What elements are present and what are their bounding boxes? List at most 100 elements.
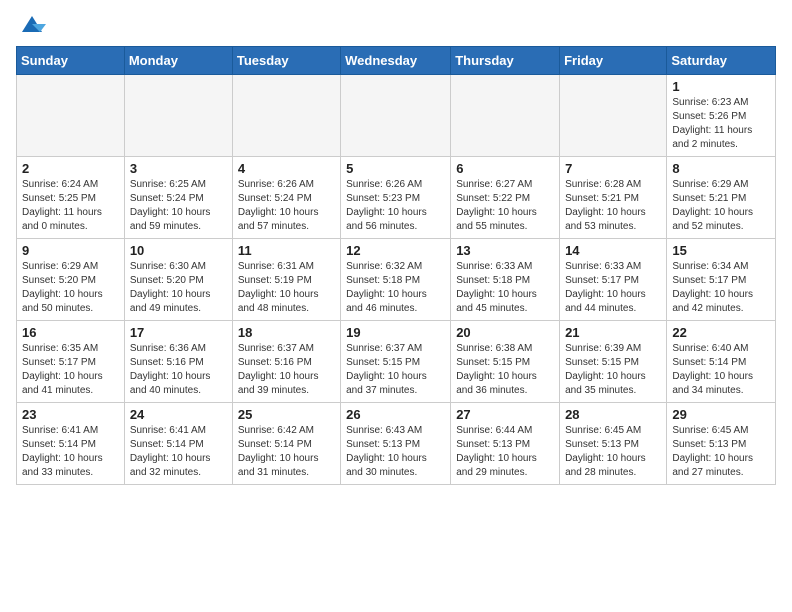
weekday-header-tuesday: Tuesday [232, 47, 340, 75]
day-number: 14 [565, 243, 661, 258]
day-info: Sunrise: 6:36 AMSunset: 5:16 PMDaylight:… [130, 342, 227, 398]
day-info: Sunrise: 6:37 AMSunset: 5:15 PMDaylight:… [346, 342, 445, 398]
calendar-cell: 23 Sunrise: 6:41 AMSunset: 5:14 PMDayligh… [17, 403, 125, 485]
calendar-cell: 5 Sunrise: 6:26 AMSunset: 5:23 PMDaylight… [341, 157, 451, 239]
calendar-cell: 17 Sunrise: 6:36 AMSunset: 5:16 PMDayligh… [124, 321, 232, 403]
day-info: Sunrise: 6:30 AMSunset: 5:20 PMDaylight:… [130, 260, 227, 316]
day-info: Sunrise: 6:34 AMSunset: 5:17 PMDaylight:… [672, 260, 770, 316]
weekday-header-friday: Friday [560, 47, 667, 75]
day-info: Sunrise: 6:44 AMSunset: 5:13 PMDaylight:… [456, 424, 554, 480]
day-number: 17 [130, 325, 227, 340]
day-number: 23 [22, 407, 119, 422]
day-number: 16 [22, 325, 119, 340]
calendar-cell: 2 Sunrise: 6:24 AMSunset: 5:25 PMDaylight… [17, 157, 125, 239]
day-number: 26 [346, 407, 445, 422]
calendar-cell: 16 Sunrise: 6:35 AMSunset: 5:17 PMDayligh… [17, 321, 125, 403]
calendar-cell: 27 Sunrise: 6:44 AMSunset: 5:13 PMDayligh… [451, 403, 560, 485]
calendar-cell: 24 Sunrise: 6:41 AMSunset: 5:14 PMDayligh… [124, 403, 232, 485]
calendar-cell: 11 Sunrise: 6:31 AMSunset: 5:19 PMDayligh… [232, 239, 340, 321]
calendar-cell [560, 75, 667, 157]
day-number: 27 [456, 407, 554, 422]
weekday-header-thursday: Thursday [451, 47, 560, 75]
day-number: 22 [672, 325, 770, 340]
weekday-header-wednesday: Wednesday [341, 47, 451, 75]
day-number: 7 [565, 161, 661, 176]
day-info: Sunrise: 6:45 AMSunset: 5:13 PMDaylight:… [565, 424, 661, 480]
day-number: 21 [565, 325, 661, 340]
day-number: 20 [456, 325, 554, 340]
day-info: Sunrise: 6:42 AMSunset: 5:14 PMDaylight:… [238, 424, 335, 480]
calendar-cell: 10 Sunrise: 6:30 AMSunset: 5:20 PMDayligh… [124, 239, 232, 321]
day-info: Sunrise: 6:41 AMSunset: 5:14 PMDaylight:… [22, 424, 119, 480]
calendar-cell [341, 75, 451, 157]
day-number: 25 [238, 407, 335, 422]
weekday-header-sunday: Sunday [17, 47, 125, 75]
calendar-row-4: 16 Sunrise: 6:35 AMSunset: 5:17 PMDayligh… [17, 321, 776, 403]
calendar-cell: 29 Sunrise: 6:45 AMSunset: 5:13 PMDayligh… [667, 403, 776, 485]
day-number: 15 [672, 243, 770, 258]
calendar-cell: 4 Sunrise: 6:26 AMSunset: 5:24 PMDaylight… [232, 157, 340, 239]
day-number: 28 [565, 407, 661, 422]
calendar-cell: 12Sunrise: 6:32 AMSunset: 5:18 PMDayligh… [341, 239, 451, 321]
calendar-cell: 28 Sunrise: 6:45 AMSunset: 5:13 PMDayligh… [560, 403, 667, 485]
day-info: Sunrise: 6:43 AMSunset: 5:13 PMDaylight:… [346, 424, 445, 480]
day-info: Sunrise: 6:27 AMSunset: 5:22 PMDaylight:… [456, 178, 554, 234]
day-info: Sunrise: 6:41 AMSunset: 5:14 PMDaylight:… [130, 424, 227, 480]
calendar-cell: 19 Sunrise: 6:37 AMSunset: 5:15 PMDayligh… [341, 321, 451, 403]
calendar-table: SundayMondayTuesdayWednesdayThursdayFrid… [16, 46, 776, 485]
page-header [16, 16, 776, 36]
day-info: Sunrise: 6:39 AMSunset: 5:15 PMDaylight:… [565, 342, 661, 398]
calendar-cell: 13 Sunrise: 6:33 AMSunset: 5:18 PMDayligh… [451, 239, 560, 321]
calendar-row-2: 2 Sunrise: 6:24 AMSunset: 5:25 PMDaylight… [17, 157, 776, 239]
calendar-cell [17, 75, 125, 157]
day-number: 4 [238, 161, 335, 176]
weekday-header-row: SundayMondayTuesdayWednesdayThursdayFrid… [17, 47, 776, 75]
calendar-cell: 8 Sunrise: 6:29 AMSunset: 5:21 PMDaylight… [667, 157, 776, 239]
day-number: 10 [130, 243, 227, 258]
day-info: Sunrise: 6:38 AMSunset: 5:15 PMDaylight:… [456, 342, 554, 398]
weekday-header-saturday: Saturday [667, 47, 776, 75]
calendar-cell: 7 Sunrise: 6:28 AMSunset: 5:21 PMDaylight… [560, 157, 667, 239]
day-number: 3 [130, 161, 227, 176]
day-info: Sunrise: 6:31 AMSunset: 5:19 PMDaylight:… [238, 260, 335, 316]
calendar-cell: 18 Sunrise: 6:37 AMSunset: 5:16 PMDayligh… [232, 321, 340, 403]
day-info: Sunrise: 6:25 AMSunset: 5:24 PMDaylight:… [130, 178, 227, 234]
day-number: 6 [456, 161, 554, 176]
day-info: Sunrise: 6:26 AMSunset: 5:24 PMDaylight:… [238, 178, 335, 234]
day-info: Sunrise: 6:37 AMSunset: 5:16 PMDaylight:… [238, 342, 335, 398]
day-info: Sunrise: 6:45 AMSunset: 5:13 PMDaylight:… [672, 424, 770, 480]
calendar-cell: 1Sunrise: 6:23 AMSunset: 5:26 PMDaylight… [667, 75, 776, 157]
day-number: 9 [22, 243, 119, 258]
day-info: Sunrise: 6:24 AMSunset: 5:25 PMDaylight:… [22, 178, 119, 234]
day-number: 5 [346, 161, 445, 176]
day-info: Sunrise: 6:35 AMSunset: 5:17 PMDaylight:… [22, 342, 119, 398]
calendar-row-3: 9 Sunrise: 6:29 AMSunset: 5:20 PMDaylight… [17, 239, 776, 321]
day-info: Sunrise: 6:32 AMSunset: 5:18 PMDaylight:… [346, 260, 445, 316]
calendar-cell: 26 Sunrise: 6:43 AMSunset: 5:13 PMDayligh… [341, 403, 451, 485]
calendar-cell: 6 Sunrise: 6:27 AMSunset: 5:22 PMDaylight… [451, 157, 560, 239]
logo [16, 16, 46, 36]
day-number: 2 [22, 161, 119, 176]
weekday-header-monday: Monday [124, 47, 232, 75]
day-info: Sunrise: 6:33 AMSunset: 5:18 PMDaylight:… [456, 260, 554, 316]
day-number: 13 [456, 243, 554, 258]
calendar-cell [451, 75, 560, 157]
day-number: 8 [672, 161, 770, 176]
day-info: Sunrise: 6:29 AMSunset: 5:21 PMDaylight:… [672, 178, 770, 234]
day-number: 18 [238, 325, 335, 340]
calendar-cell: 14 Sunrise: 6:33 AMSunset: 5:17 PMDayligh… [560, 239, 667, 321]
calendar-row-5: 23 Sunrise: 6:41 AMSunset: 5:14 PMDayligh… [17, 403, 776, 485]
day-number: 29 [672, 407, 770, 422]
day-info: Sunrise: 6:33 AMSunset: 5:17 PMDaylight:… [565, 260, 661, 316]
calendar-cell: 25 Sunrise: 6:42 AMSunset: 5:14 PMDayligh… [232, 403, 340, 485]
day-number: 19 [346, 325, 445, 340]
day-info: Sunrise: 6:26 AMSunset: 5:23 PMDaylight:… [346, 178, 445, 234]
calendar-cell: 3 Sunrise: 6:25 AMSunset: 5:24 PMDaylight… [124, 157, 232, 239]
day-info: Sunrise: 6:40 AMSunset: 5:14 PMDaylight:… [672, 342, 770, 398]
calendar-cell: 20 Sunrise: 6:38 AMSunset: 5:15 PMDayligh… [451, 321, 560, 403]
day-info: Sunrise: 6:28 AMSunset: 5:21 PMDaylight:… [565, 178, 661, 234]
day-info: Sunrise: 6:29 AMSunset: 5:20 PMDaylight:… [22, 260, 119, 316]
calendar-cell: 9 Sunrise: 6:29 AMSunset: 5:20 PMDaylight… [17, 239, 125, 321]
day-number: 24 [130, 407, 227, 422]
day-number: 11 [238, 243, 335, 258]
